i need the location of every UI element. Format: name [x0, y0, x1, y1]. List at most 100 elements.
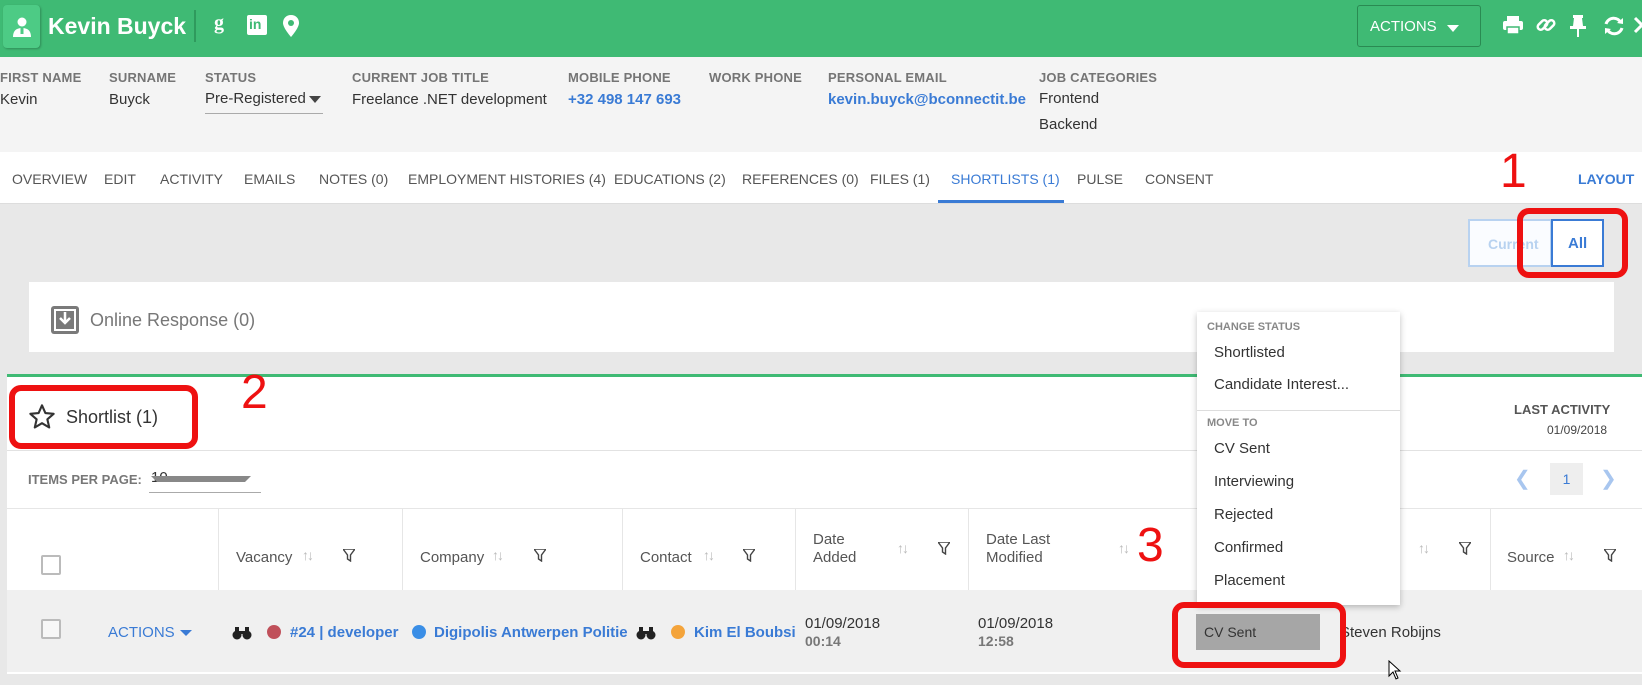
row-checkbox[interactable]	[41, 619, 61, 639]
close-icon[interactable]	[1633, 16, 1642, 39]
filter-icon[interactable]	[341, 548, 357, 567]
row-actions-button[interactable]: ACTIONS	[108, 624, 192, 641]
chevron-down-icon	[309, 96, 321, 103]
tab-employment-histories[interactable]: EMPLOYMENT HISTORIES (4)	[408, 171, 606, 187]
filter-icon[interactable]	[936, 541, 952, 560]
column-divider	[402, 508, 403, 590]
pin-icon[interactable]	[1570, 15, 1586, 42]
mobile-phone-field: MOBILE PHONE +32 498 147 693	[568, 70, 681, 108]
column-header-contact[interactable]: Contact	[640, 549, 692, 566]
sort-icon[interactable]: ↑↓	[1118, 540, 1130, 556]
job-category-item: Backend	[1039, 116, 1098, 133]
items-per-page-label: ITEMS PER PAGE:	[28, 472, 142, 487]
column-divider	[968, 508, 969, 590]
sort-icon[interactable]: ↑↓	[302, 547, 314, 563]
column-header-vacancy[interactable]: Vacancy	[236, 549, 292, 566]
column-header-company[interactable]: Company	[420, 549, 484, 566]
contact-link[interactable]: Kim El Boubsi	[694, 624, 796, 641]
work-phone-label: WORK PHONE	[709, 70, 802, 85]
chevron-down-icon	[180, 630, 192, 636]
filter-icon[interactable]	[1602, 548, 1618, 567]
surname-field: SURNAME Buyck	[109, 70, 176, 108]
column-header-date-added[interactable]: Date	[813, 531, 845, 548]
job-title-value: Freelance .NET development	[352, 91, 547, 108]
tab-activity[interactable]: ACTIVITY	[160, 171, 223, 187]
chevron-down-icon	[151, 476, 251, 482]
status-dot	[267, 625, 281, 639]
link-icon[interactable]	[1536, 15, 1556, 40]
sort-icon[interactable]: ↑↓	[492, 547, 504, 563]
column-header-date-last-modified[interactable]: Modified	[986, 549, 1043, 566]
vacancy-link[interactable]: #24 | developer	[290, 624, 398, 641]
menu-item-interviewing[interactable]: Interviewing	[1214, 473, 1294, 490]
move-to-heading: MOVE TO	[1207, 417, 1258, 429]
job-title-field: CURRENT JOB TITLE Freelance .NET develop…	[352, 70, 547, 108]
sort-icon[interactable]: ↑↓	[703, 547, 715, 563]
chevron-down-icon	[1447, 25, 1459, 32]
tab-files[interactable]: FILES (1)	[870, 171, 930, 187]
items-per-page-select[interactable]: 10	[149, 463, 261, 493]
column-header-source[interactable]: Source	[1507, 549, 1555, 566]
sort-icon[interactable]: ↑↓	[897, 540, 909, 556]
header-actions-label: ACTIONS	[1370, 18, 1437, 35]
linkedin-icon-glyph: in	[249, 16, 262, 32]
page-number-button[interactable]: 1	[1550, 463, 1583, 495]
filter-icon[interactable]	[532, 548, 548, 567]
time-added-value: 00:14	[805, 633, 841, 649]
filter-icon[interactable]	[741, 548, 757, 567]
header-actions-button[interactable]: ACTIONS	[1357, 5, 1481, 47]
layout-button[interactable]: LAYOUT	[1578, 171, 1634, 187]
change-status-heading: CHANGE STATUS	[1207, 321, 1301, 333]
menu-item-candidate-interest[interactable]: Candidate Interest...	[1214, 376, 1349, 393]
menu-item-shortlisted[interactable]: Shortlisted	[1214, 344, 1285, 361]
select-all-checkbox[interactable]	[41, 555, 61, 575]
filter-icon[interactable]	[1457, 541, 1473, 560]
company-link[interactable]: Digipolis Antwerpen Politie	[434, 624, 628, 641]
tab-references[interactable]: REFERENCES (0)	[742, 171, 859, 187]
column-header-date-last-modified[interactable]: Date Last	[986, 531, 1050, 548]
first-name-field: FIRST NAME Kevin	[0, 70, 81, 108]
annotation-number-2: 2	[241, 366, 268, 419]
job-categories-field: JOB CATEGORIES Frontend Backend	[1039, 70, 1157, 133]
menu-item-cv-sent[interactable]: CV Sent	[1214, 440, 1270, 457]
sort-icon[interactable]: ↑↓	[1563, 547, 1575, 563]
tab-pulse[interactable]: PULSE	[1077, 171, 1123, 187]
column-divider	[1490, 508, 1491, 590]
status-select[interactable]: Pre-Registered	[205, 90, 323, 114]
mobile-phone-link[interactable]: +32 498 147 693	[568, 91, 681, 108]
tab-shortlists[interactable]: SHORTLISTS (1)	[951, 171, 1060, 187]
refresh-icon[interactable]	[1603, 15, 1625, 42]
tab-edit[interactable]: EDIT	[104, 171, 136, 187]
tab-consent[interactable]: CONSENT	[1145, 171, 1213, 187]
sort-icon[interactable]: ↑↓	[1418, 540, 1430, 556]
surname-value: Buyck	[109, 91, 150, 108]
active-tab-indicator	[938, 200, 1064, 203]
status-dropdown-menu: CHANGE STATUS Shortlisted Candidate Inte…	[1197, 312, 1400, 605]
annotation-number-3: 3	[1137, 519, 1164, 572]
google-icon[interactable]: g	[214, 12, 224, 35]
menu-item-rejected[interactable]: Rejected	[1214, 506, 1273, 523]
binoculars-icon[interactable]	[636, 626, 656, 645]
menu-item-placement[interactable]: Placement	[1214, 572, 1285, 589]
header-divider	[194, 10, 196, 42]
map-pin-icon[interactable]	[283, 15, 299, 43]
email-field: PERSONAL EMAIL kevin.buyck@bconnectit.be	[828, 70, 1026, 108]
tab-notes[interactable]: NOTES (0)	[319, 171, 388, 187]
tab-educations[interactable]: EDUCATIONS (2)	[614, 171, 726, 187]
email-label: PERSONAL EMAIL	[828, 70, 947, 85]
tab-emails[interactable]: EMAILS	[244, 171, 295, 187]
print-icon[interactable]	[1503, 15, 1523, 40]
column-header-date-added[interactable]: Added	[813, 549, 856, 566]
chevron-left-icon[interactable]: ❮	[1514, 466, 1531, 491]
linkedin-icon[interactable]: in	[247, 15, 267, 35]
status-value: Pre-Registered	[205, 90, 306, 107]
candidate-icon	[3, 5, 40, 48]
status-label: STATUS	[205, 70, 257, 85]
tab-overview[interactable]: OVERVIEW	[12, 171, 87, 187]
last-activity-value: 01/09/2018	[1547, 423, 1608, 437]
binoculars-icon[interactable]	[232, 626, 252, 645]
chevron-right-icon[interactable]: ❯	[1600, 466, 1617, 491]
menu-item-confirmed[interactable]: Confirmed	[1214, 539, 1283, 556]
email-link[interactable]: kevin.buyck@bconnectit.be	[828, 91, 1026, 108]
menu-divider	[1197, 410, 1400, 411]
